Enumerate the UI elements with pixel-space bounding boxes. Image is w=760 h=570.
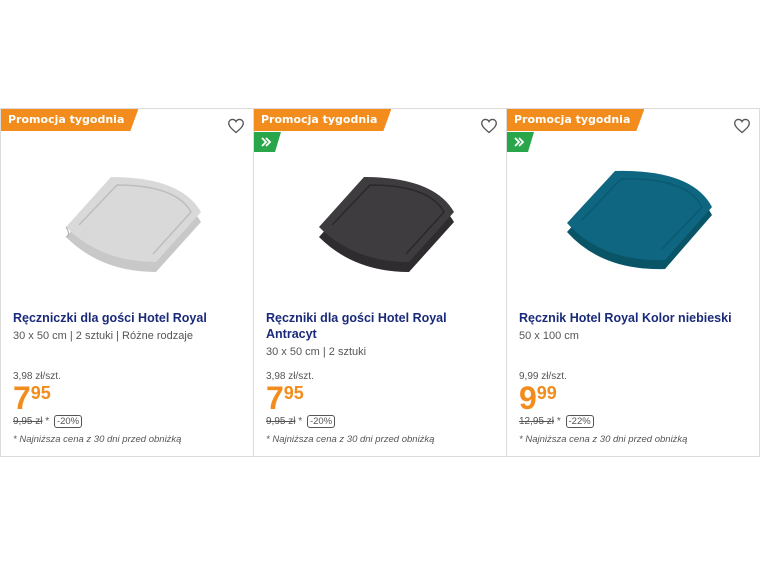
product-subtitle: 30 x 50 cm | 2 sztuki: [266, 346, 367, 358]
product-card[interactable]: Promocja tygodnia Ręczniki dla gości Hot…: [253, 108, 507, 457]
product-image[interactable]: [547, 147, 717, 287]
lowest-price-note: * Najniższa cena z 30 dni przed obniżką: [266, 434, 435, 445]
promo-badge: Promocja tygodnia: [507, 109, 644, 131]
product-grid: Promocja tygodnia Ręczniczki dla gości H…: [0, 108, 760, 459]
old-price-asterisk: *: [556, 416, 561, 427]
discount-badge: -20%: [53, 415, 83, 428]
heart-icon[interactable]: [480, 118, 498, 134]
price: 795: [13, 382, 51, 414]
price-cents: 95: [30, 383, 51, 403]
heart-icon[interactable]: [227, 118, 245, 134]
old-price-asterisk: *: [45, 416, 50, 427]
product-title[interactable]: Ręcznik Hotel Royal Kolor niebieski: [519, 310, 749, 326]
promo-badge: Promocja tygodnia: [254, 109, 391, 131]
lowest-price-note: * Najniższa cena z 30 dni przed obniżką: [519, 434, 688, 445]
towel-illustration: [567, 170, 712, 270]
double-chevron-icon: [260, 136, 272, 148]
price-cents: 99: [536, 383, 557, 403]
price-main: 7: [266, 380, 284, 416]
towel-illustration: [65, 177, 201, 272]
product-subtitle: 30 x 50 cm | 2 sztuki | Różne rodzaje: [13, 330, 193, 342]
old-price: 12,95 zł: [519, 416, 555, 427]
double-chevron-icon: [513, 136, 525, 148]
product-card[interactable]: Promocja tygodnia Ręczniczki dla gości H…: [0, 108, 254, 457]
discount-badge: -20%: [306, 415, 336, 428]
product-subtitle: 50 x 100 cm: [519, 330, 579, 342]
old-price-row: 9,95 zł * -20%: [13, 415, 83, 428]
price-cents: 95: [283, 383, 304, 403]
heart-icon[interactable]: [733, 118, 751, 134]
product-image[interactable]: [41, 147, 211, 287]
lowest-price-note: * Najniższa cena z 30 dni przed obniżką: [13, 434, 182, 445]
price-main: 7: [13, 380, 31, 416]
towel-illustration: [319, 177, 454, 272]
old-price: 9,95 zł: [266, 416, 296, 427]
product-title[interactable]: Ręczniczki dla gości Hotel Royal: [13, 310, 243, 326]
product-title[interactable]: Ręczniki dla gości Hotel Royal Antracyt: [266, 310, 496, 342]
price: 999: [519, 382, 557, 414]
discount-badge: -22%: [565, 415, 594, 428]
old-price-row: 12,95 zł * -22%: [519, 415, 594, 428]
price: 795: [266, 382, 304, 414]
price-main: 9: [519, 380, 537, 416]
product-card[interactable]: Promocja tygodnia Ręcznik Hotel Royal Ko…: [506, 108, 760, 457]
promo-badge: Promocja tygodnia: [1, 109, 138, 131]
green-tag: [507, 132, 534, 152]
old-price: 9,95 zł: [13, 416, 43, 427]
product-image[interactable]: [294, 147, 464, 287]
green-tag: [254, 132, 281, 152]
old-price-row: 9,95 zł * -20%: [266, 415, 336, 428]
old-price-asterisk: *: [298, 416, 303, 427]
